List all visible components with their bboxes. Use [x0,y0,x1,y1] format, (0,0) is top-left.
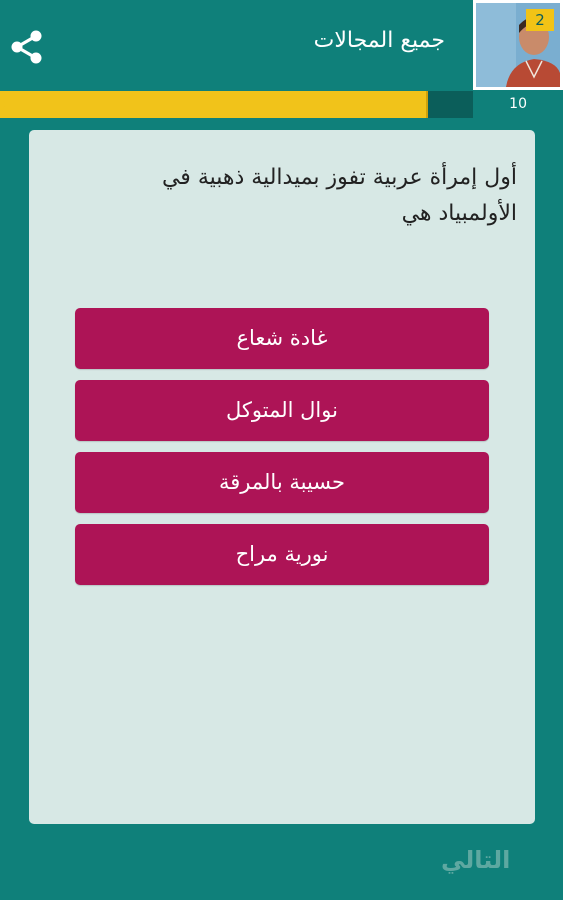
avatar[interactable]: 2 [473,0,563,90]
level-badge: 2 [526,9,554,31]
next-button[interactable]: التالي [441,846,510,874]
share-icon[interactable] [8,28,46,66]
top-bar: جميع المجالات 2 [0,0,563,90]
answer-button-2[interactable]: نوال المتوكل [75,380,489,441]
question-count: 10 [509,96,527,112]
progress-fill [0,91,428,118]
answer-button-1[interactable]: غادة شعاع [75,308,489,369]
page-title: جميع المجالات [313,28,445,53]
answer-button-3[interactable]: حسيبة بالمرقة [75,452,489,513]
progress-bar [0,91,473,118]
question-text: أول إمرأة عربية تفوز بميدالية ذهبية في ا… [161,165,517,226]
user-avatar-icon: 2 [476,3,560,87]
answer-button-4[interactable]: نورية مراح [75,524,489,585]
